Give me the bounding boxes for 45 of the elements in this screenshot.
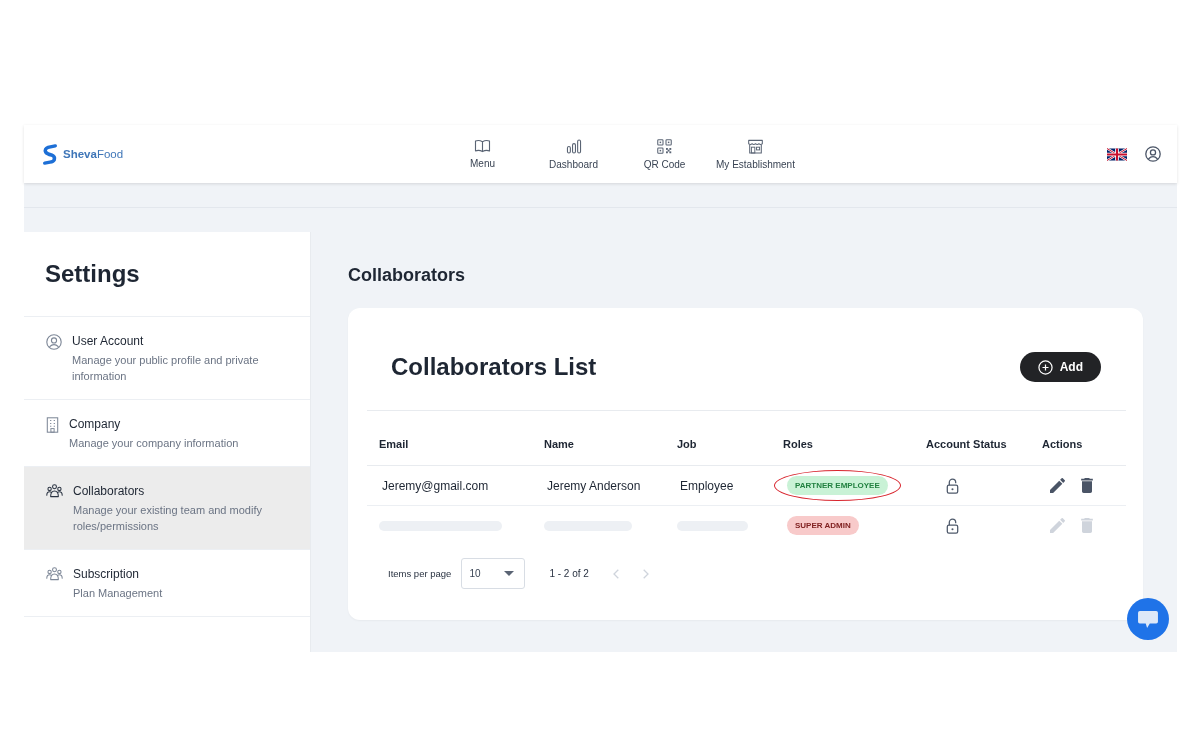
sidebar-item[interactable]: Collaborators Manage your existing team and modify roles/permissions [24,467,310,550]
logo-text: ShevaFood [63,148,124,160]
table-cell: Employee [680,478,734,493]
logo-icon [42,142,58,166]
column-header: Roles [783,438,813,450]
card-title: Collaborators List [391,353,597,381]
nav-item[interactable]: Menu [437,138,528,170]
page-range: 1 - 2 of 2 [549,568,589,579]
add-button[interactable]: Add [1019,352,1101,382]
column-header: Account Status [926,438,1007,450]
plus-circle-icon [1037,359,1053,375]
store-icon [747,138,764,154]
people-group-icon [46,484,63,498]
page-size-select[interactable]: 10 [461,558,526,589]
items-per-page-label: Items per page [388,568,452,579]
nav-item[interactable]: Dashboard [528,138,619,170]
building-icon [46,417,59,433]
qr-code-icon [657,138,672,154]
nav-item[interactable]: My Establishment [710,138,801,170]
role-badge: PARTNER EMPLOYEE [787,476,888,495]
column-header: Email [379,438,409,450]
padlock-icon [946,477,959,494]
chat-button[interactable] [1127,598,1169,640]
user-icon [46,334,62,350]
trash-icon[interactable] [1081,478,1093,493]
column-header: Job [677,438,697,450]
table-cell: Jeremy Anderson [547,478,641,493]
caret-down-icon [504,571,515,576]
book-icon [474,138,491,153]
role-badge: SUPER ADMIN [787,516,859,535]
people-group-icon [46,567,63,581]
chat-bubble-icon [1137,609,1159,629]
pencil-icon[interactable] [1050,478,1065,493]
page-title: Collaborators [348,265,467,285]
column-header: Actions [1042,438,1083,450]
column-header: Name [544,438,574,450]
sidebar-title: Settings [24,232,310,317]
sidebar-item[interactable]: Subscription Plan Management [24,550,310,617]
user-icon[interactable] [1145,146,1161,162]
table-cell: Jeremy@gmail.com [382,478,489,493]
bar-chart-icon [565,138,582,154]
nav-item[interactable]: QR Code [619,138,710,170]
flag-icon[interactable] [1107,147,1127,161]
sidebar-item[interactable]: User Account Manage your public profile and private information [24,317,310,400]
padlock-icon [946,517,959,534]
